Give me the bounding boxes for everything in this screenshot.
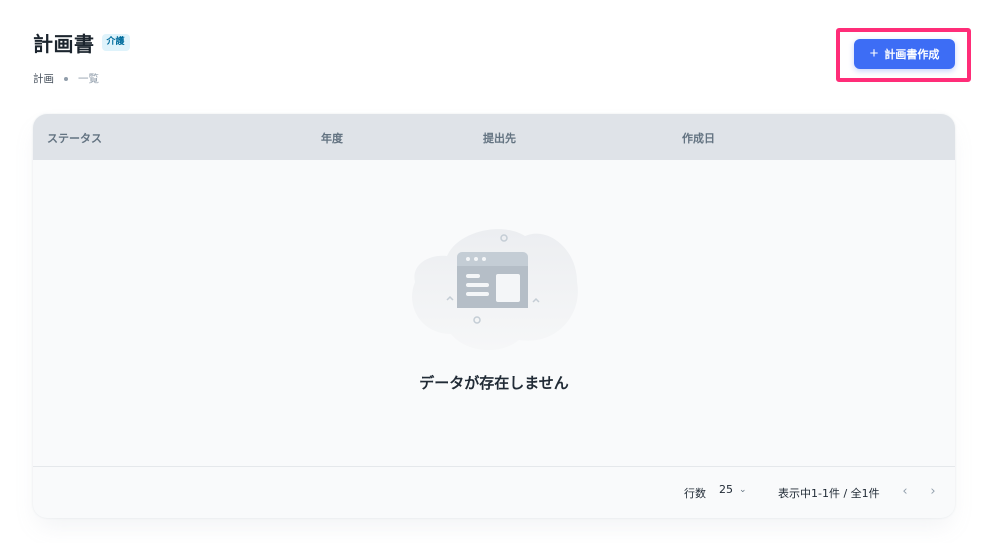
breadcrumb-separator [64, 76, 68, 81]
breadcrumb: 計画 一覧 [33, 71, 130, 86]
chevron-down-icon: ⌄ [739, 484, 747, 495]
rows-per-page-value: 25 [719, 483, 733, 496]
breadcrumb-item-list: 一覧 [78, 73, 99, 85]
rows-per-page-select[interactable]: 25 ⌄ [719, 483, 747, 496]
column-header-submit-to[interactable]: 提出先 [483, 130, 516, 146]
plans-table-card: ステータス 年度 提出先 作成日 データが存在しません 行数 25 ⌄ 表示中1… [33, 114, 955, 518]
category-badge: 介護 [101, 34, 130, 51]
column-header-year[interactable]: 年度 [321, 130, 343, 146]
breadcrumb-item-plan[interactable]: 計画 [33, 71, 54, 86]
plus-icon: + [869, 45, 879, 62]
rows-per-page-label: 行数 [684, 487, 706, 500]
empty-state-illustration [412, 229, 578, 351]
pagination-range: 表示中1-1件 / 全1件 [778, 487, 880, 500]
empty-state-message: データが存在しません [419, 374, 569, 392]
next-page-button[interactable]: › [923, 481, 943, 501]
previous-page-button[interactable]: ‹ [895, 481, 915, 501]
create-plan-button[interactable]: + 計画書作成 [854, 39, 955, 69]
title-row: 計画書 介護 [33, 28, 130, 57]
table-pagination: 行数 25 ⌄ 表示中1-1件 / 全1件 ‹ › [33, 466, 955, 518]
column-header-created-date[interactable]: 作成日 [682, 130, 715, 146]
page-title: 計画書 [33, 32, 95, 56]
create-plan-label: 計画書作成 [884, 49, 940, 61]
table-header: ステータス 年度 提出先 作成日 [33, 114, 955, 160]
column-header-status[interactable]: ステータス [47, 130, 102, 146]
page-header: 計画書 介護 計画 一覧 [33, 28, 130, 86]
